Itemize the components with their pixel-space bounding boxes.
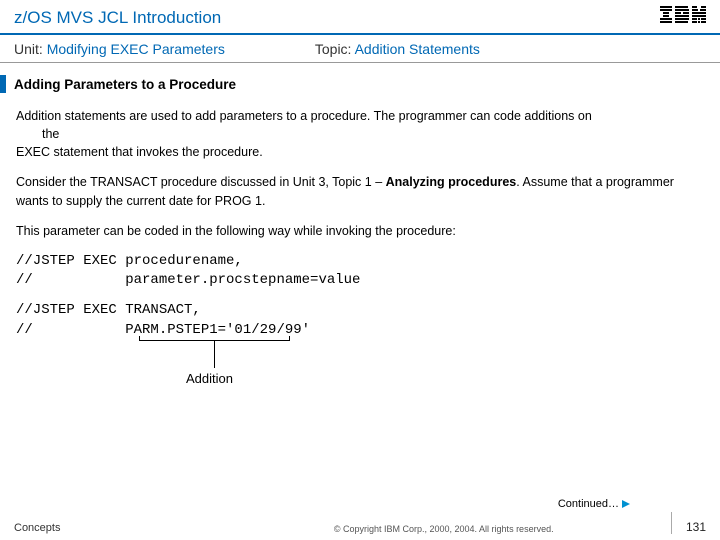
accent-block-icon xyxy=(0,75,6,93)
code-block-1: //JSTEP EXEC procedurename, // parameter… xyxy=(16,252,704,291)
continued-text: Continued… xyxy=(558,498,619,510)
footer-copyright: © Copyright IBM Corp., 2000, 2004. All r… xyxy=(60,524,656,534)
header-bar: z/OS MVS JCL Introduction xyxy=(0,0,720,35)
footer: Concepts © Copyright IBM Corp., 2000, 20… xyxy=(0,512,720,534)
section-heading-row: Adding Parameters to a Procedure xyxy=(0,75,720,93)
paragraph-1: Addition statements are used to add para… xyxy=(16,107,704,161)
topic-link[interactable]: Addition Statements xyxy=(355,41,480,57)
continued-indicator: Continued… xyxy=(558,498,630,510)
subheader: Unit: Modifying EXEC Parameters Topic: A… xyxy=(0,35,720,63)
para1-line1: Addition statements are used to add para… xyxy=(16,109,592,123)
annotation: Addition xyxy=(16,350,704,410)
course-title: z/OS MVS JCL Introduction xyxy=(14,8,221,28)
footer-divider xyxy=(671,512,672,534)
arrow-right-icon xyxy=(622,500,630,508)
annotation-line-v xyxy=(214,340,215,368)
para1-line3: EXEC statement that invokes the procedur… xyxy=(16,145,263,159)
paragraph-2: Consider the TRANSACT procedure discusse… xyxy=(16,173,704,209)
unit-label: Unit: Modifying EXEC Parameters xyxy=(14,41,225,57)
annotation-label: Addition xyxy=(186,370,233,389)
paragraph-3: This parameter can be coded in the follo… xyxy=(16,222,704,240)
para2-part-a: Consider the TRANSACT procedure discusse… xyxy=(16,175,386,189)
unit-link[interactable]: Modifying EXEC Parameters xyxy=(47,41,225,57)
annotation-tick-left xyxy=(139,336,140,341)
ibm-logo xyxy=(660,6,706,29)
unit-prefix: Unit: xyxy=(14,41,47,57)
section-title: Adding Parameters to a Procedure xyxy=(14,77,236,92)
code-block-2: //JSTEP EXEC TRANSACT, // PARM.PSTEP1='0… xyxy=(16,301,704,340)
page-number: 131 xyxy=(686,520,706,534)
topic-label: Topic: Addition Statements xyxy=(315,41,480,57)
footer-left: Concepts xyxy=(14,522,60,534)
content-body: Addition statements are used to add para… xyxy=(0,93,720,410)
topic-prefix: Topic: xyxy=(315,41,355,57)
para2-bold: Analyzing procedures xyxy=(386,175,517,189)
para1-line2: the xyxy=(16,125,704,143)
annotation-tick-right xyxy=(289,336,290,341)
